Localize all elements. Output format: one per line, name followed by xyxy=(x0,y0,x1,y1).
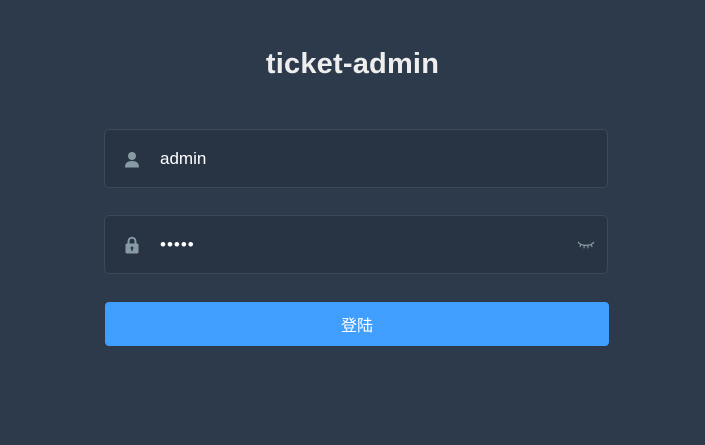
user-icon xyxy=(123,149,141,169)
login-button[interactable]: 登陆 xyxy=(105,302,609,346)
eye-closed-icon[interactable] xyxy=(575,236,597,254)
username-input[interactable] xyxy=(160,130,560,187)
username-field-container xyxy=(104,129,608,188)
login-page: ticket-admin admin 登陆 xyxy=(0,0,705,445)
page-title: ticket-admin xyxy=(265,48,440,80)
password-input[interactable] xyxy=(160,216,560,273)
password-field-container xyxy=(104,215,608,274)
lock-icon xyxy=(123,235,141,255)
